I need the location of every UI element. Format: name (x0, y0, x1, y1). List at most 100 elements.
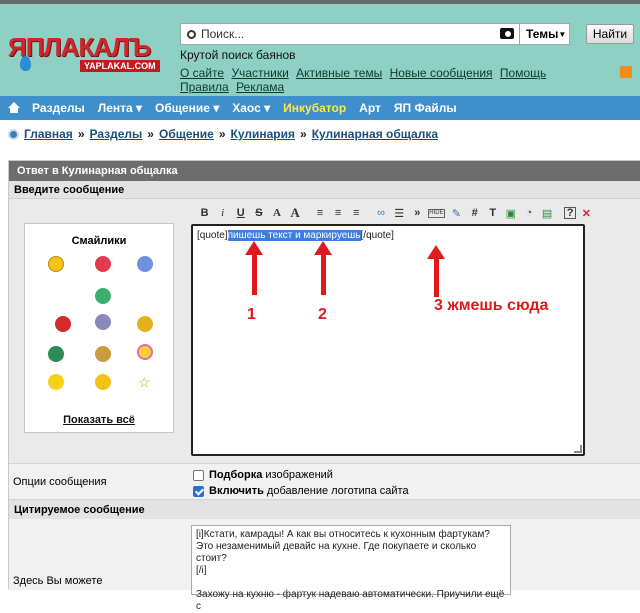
italic-button[interactable]: i (215, 205, 230, 221)
nav-chaos[interactable]: Хаос ▾ (232, 101, 270, 115)
close-tags-button[interactable]: ✕ (579, 205, 594, 221)
logo-drop-icon (20, 56, 31, 71)
toolbar-divider (367, 205, 371, 221)
link-rules[interactable]: Правила (180, 80, 229, 94)
link-button[interactable]: ∞ (374, 205, 389, 221)
textarea-prefix: [quote] (197, 230, 228, 241)
link-members[interactable]: Участники (231, 66, 288, 80)
underline-button[interactable]: U (233, 205, 248, 221)
quoted-message-row: Здесь Вы можете [i]Кстати, камрады! А ка… (9, 519, 640, 612)
breadcrumb-bullet-icon (8, 128, 19, 140)
link-about[interactable]: О сайте (180, 66, 224, 80)
list-button[interactable]: ☰ (392, 205, 407, 221)
smilies-title: Смайлики (71, 235, 127, 247)
resize-handle[interactable] (574, 445, 582, 453)
crumb-sections[interactable]: Разделы (90, 127, 143, 141)
clock-button[interactable]: ◔ (521, 205, 536, 221)
smiley-angry-icon[interactable] (95, 256, 111, 272)
link-new-posts[interactable]: Новые сообщения (390, 66, 493, 80)
font-size-button[interactable]: A (288, 205, 303, 221)
enter-message-heading: Введите сообщение (9, 181, 640, 199)
smilies-panel: Смайлики ☆ Показать всё (24, 223, 174, 433)
toolbar-divider (306, 205, 310, 221)
rss-icon[interactable] (620, 66, 632, 78)
textarea-suffix: [/quote] (360, 230, 394, 241)
video-button[interactable]: ▤ (540, 205, 555, 221)
crumb-separator: » (300, 127, 307, 141)
tagline: Крутой поиск баянов (180, 48, 296, 62)
nav-talk[interactable]: Общение ▾ (155, 101, 219, 115)
option-logo[interactable]: Включить добавление логотипа сайта (193, 485, 409, 497)
annotation-label-1: 1 (247, 306, 256, 323)
crumb-home[interactable]: Главная (24, 127, 73, 141)
smiley-cool-icon[interactable] (48, 256, 64, 272)
quote-button[interactable]: » (410, 205, 425, 221)
smiley-shoot-icon[interactable] (55, 316, 71, 332)
quoted-line: [i]Кстати, камрады! А как вы относитесь … (196, 529, 490, 540)
search-input[interactable]: Поиск... (180, 23, 520, 45)
smiley-blue-icon[interactable] (137, 256, 153, 272)
crumb-talk[interactable]: Общение (159, 127, 214, 141)
smiley-dance-icon[interactable] (48, 374, 64, 390)
find-button[interactable]: Найти (586, 24, 634, 44)
crumb-separator: » (218, 127, 226, 141)
search-placeholder: Поиск... (201, 27, 245, 41)
nav-files[interactable]: ЯП Файлы (394, 101, 457, 115)
site-logo[interactable]: ЯПЛАКАЛЪ YAPLAKAL.COM (8, 32, 168, 76)
crumb-separator: » (147, 127, 154, 141)
nav-feed[interactable]: Лента ▾ (98, 101, 142, 115)
smiley-laugh-icon[interactable] (95, 374, 111, 390)
crumb-cooking-chat[interactable]: Кулинарная общалка (312, 127, 438, 141)
gallery-checkbox[interactable] (193, 469, 204, 481)
home-icon[interactable] (8, 102, 20, 114)
smiley-sword-icon[interactable] (137, 316, 153, 332)
reply-form: Ответ в Кулинарная общалка Введите сообщ… (8, 160, 640, 612)
crumb-separator: » (77, 127, 85, 141)
main-nav: Разделы Лента ▾ Общение ▾ Хаос ▾ Инкубат… (0, 96, 640, 120)
smiley-green-icon[interactable] (48, 346, 64, 362)
smiley-robot-icon[interactable] (95, 314, 111, 330)
smiley-gun-icon[interactable] (95, 288, 111, 304)
top-links: О сайте Участники Активные темы Новые со… (180, 66, 600, 94)
option-gallery-text: изображений (265, 469, 333, 481)
align-center-button[interactable]: ≡ (331, 205, 346, 221)
options-row: Опции сообщения Подборка изображений Вкл… (9, 463, 640, 499)
smiley-star-icon[interactable]: ☆ (138, 374, 151, 391)
search-icon (187, 29, 196, 39)
help-button[interactable]: ? (564, 207, 576, 219)
link-ads[interactable]: Реклама (236, 80, 284, 94)
quoted-message-label: Здесь Вы можете (13, 575, 103, 587)
edit-button[interactable]: ✎ (449, 205, 464, 221)
editor-toolbar: B i U S A A ≡ ≡ ≡ ∞ ☰ » HIDE ✎ # T ▣ ◔ ▤… (197, 205, 597, 221)
camera-icon[interactable] (500, 28, 514, 39)
themes-select[interactable]: Темы ▼ (520, 23, 570, 45)
logo-subtitle: YAPLAKAL.COM (80, 60, 160, 72)
bold-button[interactable]: B (197, 205, 212, 221)
font-color-button[interactable]: A (269, 205, 284, 221)
align-right-button[interactable]: ≡ (349, 205, 364, 221)
message-textarea[interactable]: [quote]пишешь текст и маркируешь[/quote] (191, 224, 585, 456)
link-active-topics[interactable]: Активные темы (296, 66, 382, 80)
nav-sections[interactable]: Разделы (32, 101, 85, 115)
quoted-line: [/i] (196, 565, 207, 576)
nav-art[interactable]: Арт (359, 101, 381, 115)
nav-incubator[interactable]: Инкубатор (283, 101, 346, 115)
option-logo-text: добавление логотипа сайта (266, 485, 409, 497)
textarea-selected: пишешь текст и маркируешь (227, 230, 361, 241)
text-button[interactable]: T (485, 205, 500, 221)
smiley-fist-icon[interactable] (95, 346, 111, 362)
smiley-girl-icon[interactable] (137, 344, 153, 360)
link-help[interactable]: Помощь (500, 66, 546, 80)
code-button[interactable]: # (467, 205, 482, 221)
align-left-button[interactable]: ≡ (312, 205, 327, 221)
logo-checkbox[interactable] (193, 485, 204, 497)
strike-button[interactable]: S (251, 205, 266, 221)
option-gallery-bold: Подборка (209, 469, 263, 481)
option-gallery[interactable]: Подборка изображений (193, 469, 333, 481)
crumb-cooking[interactable]: Кулинария (231, 127, 295, 141)
hide-button[interactable]: HIDE (427, 208, 445, 218)
image-button[interactable]: ▣ (503, 205, 518, 221)
site-header: ЯПЛАКАЛЪ YAPLAKAL.COM Поиск... Темы ▼ На… (0, 4, 640, 96)
quoted-message-box[interactable]: [i]Кстати, камрады! А как вы относитесь … (191, 525, 511, 612)
show-all-smilies-link[interactable]: Показать всё (25, 414, 173, 426)
